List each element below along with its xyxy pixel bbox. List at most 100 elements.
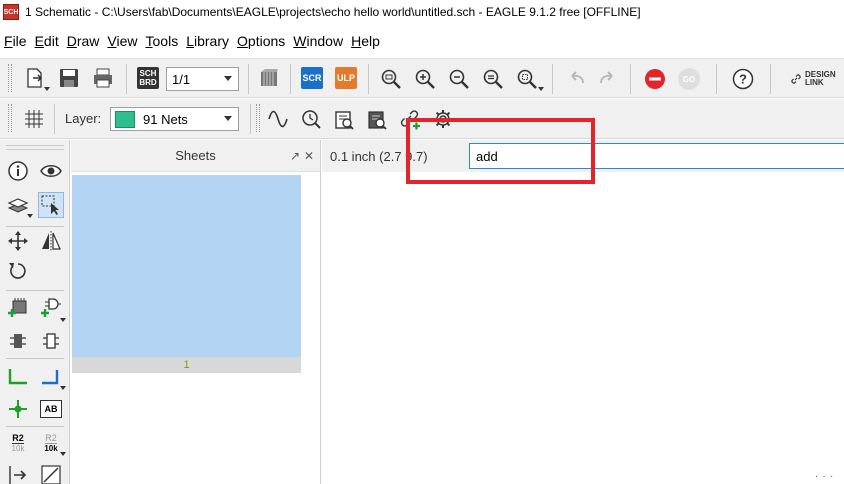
print-button[interactable] — [90, 65, 116, 91]
close-icon[interactable]: ✕ — [304, 149, 314, 163]
toolbar-grip[interactable] — [6, 145, 64, 146]
replace-part-icon — [10, 334, 26, 348]
layers-icon — [7, 198, 29, 213]
wire-icon — [8, 369, 27, 385]
wire-button[interactable] — [5, 364, 31, 390]
label-button[interactable]: AB — [38, 396, 64, 422]
toolbar-separator — [6, 426, 64, 427]
toolbar-grip — [6, 149, 64, 150]
layer-label: Layer: — [65, 111, 102, 126]
open-file-icon — [27, 68, 43, 88]
wire-bend-style-button[interactable] — [265, 106, 291, 132]
sheets-panel-title: Sheets — [175, 148, 216, 163]
clock-pen-icon — [302, 110, 321, 129]
sine-wave-icon — [268, 110, 288, 128]
redo-button[interactable] — [596, 66, 622, 92]
select-button[interactable] — [38, 192, 64, 218]
toolbar-grip[interactable] — [256, 104, 260, 132]
info-button[interactable] — [5, 158, 31, 184]
command-line-bar: 0.1 inch (2.7 9.7) — [322, 140, 844, 172]
menu-window[interactable]: Window — [293, 33, 343, 49]
library-books-icon — [261, 69, 278, 86]
zoom-redraw-button[interactable] — [480, 66, 506, 92]
undo-button[interactable] — [562, 66, 588, 92]
menu-library[interactable]: Library — [186, 33, 229, 49]
sheets-scrollbar[interactable] — [301, 172, 320, 484]
printer-icon — [94, 68, 112, 88]
replace-button[interactable] — [5, 328, 31, 354]
sch-brd-switch-button[interactable]: SCH BRD — [136, 66, 160, 90]
script-button[interactable]: SCR — [300, 66, 324, 90]
net-icon — [42, 370, 59, 385]
junction-button[interactable] — [5, 396, 31, 422]
junction-icon — [9, 400, 27, 418]
menu-tools[interactable]: Tools — [146, 33, 179, 49]
add-gate-button[interactable] — [38, 294, 64, 320]
toolbar-separator — [126, 64, 127, 94]
schematic-canvas[interactable]: . . . — [322, 172, 844, 484]
run-ulp-button[interactable]: ULP — [334, 66, 358, 90]
sheets-panel-header: Sheets ↗ ✕ — [71, 140, 320, 172]
layers-dropdown-arrow[interactable] — [27, 214, 33, 218]
name-button[interactable]: R2 10k — [5, 430, 31, 456]
add-part-button[interactable] — [5, 294, 31, 320]
net-dropdown-arrow[interactable] — [60, 386, 66, 390]
pinswap-button[interactable] — [38, 328, 64, 354]
eye-icon — [40, 165, 62, 177]
menu-help[interactable]: Help — [351, 33, 380, 49]
scr-icon: SCR — [301, 67, 323, 89]
zoom-out-button[interactable] — [446, 66, 472, 92]
zoom-select-button[interactable] — [514, 66, 540, 92]
open-dropdown-arrow[interactable] — [44, 87, 50, 91]
miter-button[interactable] — [298, 106, 324, 132]
line-button[interactable] — [38, 462, 64, 484]
name-value-dropdown-arrow[interactable] — [60, 452, 66, 456]
toolbar-separator — [552, 64, 553, 94]
gateswap-button[interactable] — [5, 462, 31, 484]
window-title: 1 Schematic - C:\Users\fab\Documents\EAG… — [25, 5, 641, 19]
sheet-select[interactable]: 1/1 — [166, 67, 239, 91]
toolbar-grip[interactable] — [8, 64, 12, 92]
gear-icon — [434, 110, 452, 128]
grid-button[interactable] — [20, 105, 48, 133]
command-input[interactable] — [469, 143, 844, 169]
zoom-dropdown-arrow[interactable] — [538, 87, 544, 91]
toolbar-grip[interactable] — [8, 104, 12, 132]
zoom-fit-button[interactable] — [378, 66, 404, 92]
zoom-in-button[interactable] — [412, 66, 438, 92]
design-link-button[interactable]: DESIGN LINK — [790, 68, 842, 90]
drc-button[interactable] — [364, 106, 390, 132]
help-button[interactable]: ? — [730, 66, 756, 92]
drc-check-icon — [368, 111, 387, 130]
add-dropdown-arrow[interactable] — [60, 318, 66, 322]
menu-options[interactable]: Options — [237, 33, 285, 49]
sheet-thumbnail[interactable] — [72, 175, 301, 357]
line-draw-icon — [41, 465, 61, 484]
eagle-app-icon[interactable]: SCH — [3, 4, 19, 20]
rotate-button[interactable] — [5, 258, 31, 284]
link-add-icon — [400, 110, 420, 130]
layer-select[interactable]: 91 Nets — [110, 107, 239, 131]
stop-button[interactable] — [642, 66, 668, 92]
mirror-button[interactable] — [38, 228, 64, 254]
go-icon: GO — [678, 68, 700, 90]
menu-file[interactable]: File — [4, 33, 27, 49]
move-button[interactable] — [5, 228, 31, 254]
show-button[interactable] — [38, 158, 64, 184]
settings-button[interactable] — [430, 106, 456, 132]
go-button[interactable]: GO — [676, 66, 702, 92]
menu-bar: File Edit Draw View Tools Library Option… — [0, 28, 844, 54]
name-r2-label: R2 — [12, 432, 24, 444]
save-button[interactable] — [56, 65, 82, 91]
toolbar-separator — [54, 104, 55, 134]
add-design-link-button[interactable] — [397, 106, 423, 132]
library-manager-button[interactable] — [256, 65, 282, 91]
zoom-fit-icon — [381, 69, 401, 89]
erc-button[interactable] — [331, 106, 357, 132]
menu-edit[interactable]: Edit — [35, 33, 59, 49]
menu-draw[interactable]: Draw — [67, 33, 100, 49]
toolbar-separator — [716, 64, 717, 94]
origin-marker: . . . — [815, 469, 834, 480]
menu-view[interactable]: View — [107, 33, 137, 49]
undock-icon[interactable]: ↗ — [290, 149, 300, 163]
